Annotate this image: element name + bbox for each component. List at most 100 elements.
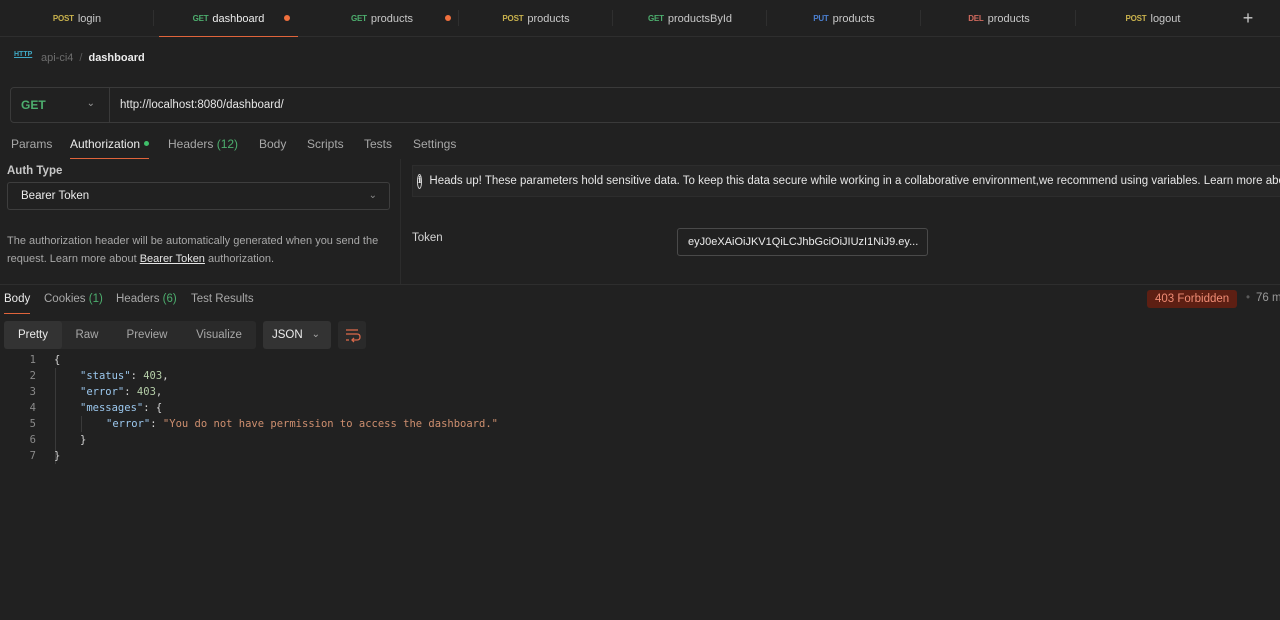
tab-put-products[interactable]: PUT products [767,0,921,37]
json-number: 403 [143,370,163,382]
request-tabs: Params Authorization Headers (12) Body S… [0,135,1280,159]
line-number: 6 [29,434,36,446]
tab-label: products [987,12,1030,25]
view-raw[interactable]: Raw [62,321,112,349]
url-bar: GET ⌄ http://localhost:8080/dashboard/ [10,87,1280,123]
tab-label: productsById [667,12,733,25]
tab-post-login[interactable]: POST login [0,0,154,37]
response-tab-cookies-label: Cookies [44,293,86,305]
view-visualize[interactable]: Visualize [182,321,256,349]
json-key: "error" [106,418,151,430]
tab-headers-label: Headers [168,137,214,151]
format-select[interactable]: JSON ⌄ [263,321,331,349]
method-badge: POST [52,14,74,23]
tab-settings-label: Settings [413,137,457,151]
auth-description: The authorization header will be automat… [7,232,397,268]
line-number: 7 [29,450,36,462]
tab-headers[interactable]: Headers (12) [168,135,238,159]
method-badge: GET [350,14,367,23]
wrap-lines-button[interactable] [338,321,366,349]
tab-post-logout[interactable]: POST logout [1076,0,1230,37]
tab-divider [920,10,921,26]
breadcrumb-collection[interactable]: api-ci4 [41,52,73,64]
auth-type-panel: Auth Type Bearer Token ⌄ The authorizati… [0,159,401,284]
code-text: "error": 403, [80,384,162,400]
tab-get-dashboard[interactable]: GET dashboard [159,0,298,37]
tab-label: products [370,12,414,25]
request-tab-bar: POST login GET dashboard GET products PO… [0,0,1280,37]
format-value: JSON [272,329,303,341]
json-string: "You do not have permission to access th… [162,418,498,430]
method-select[interactable]: GET ⌄ [11,88,110,122]
tab-scripts[interactable]: Scripts [307,135,344,159]
tab-divider [153,10,154,26]
code-text: "messages": { [80,400,162,416]
line-number: 2 [29,370,36,382]
method-badge: DEL [968,14,984,23]
line-number: 4 [29,402,36,414]
tab-get-productsbyid[interactable]: GET productsById [613,0,767,37]
tab-label: logout [1150,12,1181,25]
separator-dot-icon: • [1246,292,1251,304]
json-punctuation: : [150,418,163,430]
unsaved-dot-icon [445,15,451,21]
tab-del-products[interactable]: DEL products [922,0,1076,37]
method-badge: GET [647,14,664,23]
url-input[interactable]: http://localhost:8080/dashboard/ [110,99,284,111]
token-input[interactable]: eyJ0eXAiOiJKV1QiLCJhbGciOiJIUzI1NiJ9.ey.… [677,228,928,256]
notice-text: Heads up! These parameters hold sensitiv… [429,175,1280,187]
tab-label: products [527,12,570,25]
json-punctuation: , [155,386,163,398]
tab-get-products[interactable]: GET products [305,0,459,37]
tab-settings[interactable]: Settings [413,135,456,159]
response-tab-test-results-label: Test Results [191,293,254,305]
response-tab-cookies[interactable]: Cookies (1) [44,292,103,314]
new-tab-button[interactable]: + [1236,6,1260,30]
response-tab-test-results[interactable]: Test Results [191,292,254,314]
response-time[interactable]: • 76 ms [1246,292,1280,304]
response-headers-count: (6) [162,293,177,305]
pane-divider[interactable] [0,284,1280,285]
info-icon: i [417,173,423,189]
auth-type-select[interactable]: Bearer Token ⌄ [7,182,390,210]
method-badge: GET [192,14,209,23]
chevron-down-icon: ⌄ [368,190,377,201]
status-badge[interactable]: 403 Forbidden [1147,290,1238,308]
code-text: "error": "You do not have permission to … [106,416,498,432]
tab-authorization[interactable]: Authorization [70,135,150,159]
plus-icon: + [1242,8,1254,28]
chevron-down-icon: ⌄ [86,98,95,109]
json-number: 403 [136,386,156,398]
tab-params[interactable]: Params [11,135,52,159]
sensitive-data-notice: i Heads up! These parameters hold sensit… [412,165,1280,197]
code-text: } [80,432,86,448]
active-indicator-icon [144,141,150,146]
line-number: 5 [29,418,36,430]
auth-desc-text-end: authorization. [204,253,275,265]
tab-tests-label: Tests [364,137,393,151]
tab-post-products[interactable]: POST products [459,0,613,37]
json-punctuation: } [80,434,87,446]
code-text: } [54,448,60,464]
bearer-token-link[interactable]: Bearer Token [140,253,205,265]
json-key: "status" [80,370,131,382]
tab-params-label: Params [11,137,53,151]
tab-tests[interactable]: Tests [364,135,392,159]
response-tab-body[interactable]: Body [4,292,31,314]
view-pretty[interactable]: Pretty [4,321,62,349]
json-punctuation: : [124,386,137,398]
json-punctuation: } [54,450,61,462]
tab-label: dashboard [212,12,265,25]
view-preview[interactable]: Preview [112,321,182,349]
tab-body-label: Body [259,137,287,151]
request-name[interactable]: dashboard [88,52,144,64]
tab-body[interactable]: Body [259,135,286,159]
response-tab-headers[interactable]: Headers (6) [116,292,177,314]
token-label: Token [412,232,443,244]
tab-scripts-label: Scripts [307,137,344,151]
http-request-icon: HTTP [14,51,33,58]
view-mode-toggle: Pretty Raw Preview Visualize [4,321,256,349]
breadcrumb-separator: / [79,52,83,64]
response-tab-body-label: Body [4,293,31,305]
auth-type-label: Auth Type [7,165,63,177]
